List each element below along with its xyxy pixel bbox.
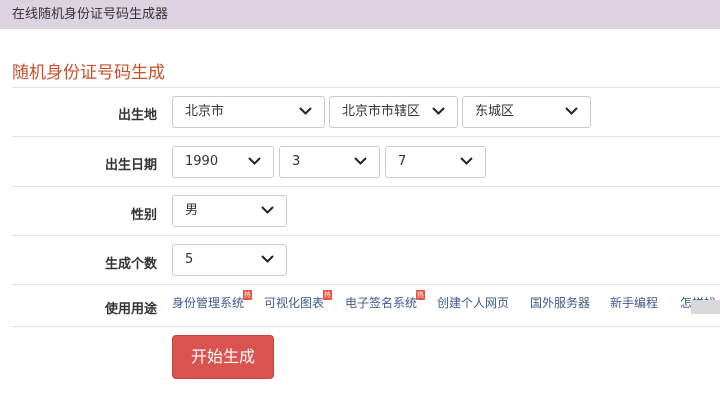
chevron-down-icon xyxy=(261,205,274,215)
district-select[interactable]: 东城区 xyxy=(462,96,591,128)
overflow-fade xyxy=(691,300,720,314)
province-select[interactable]: 北京市 xyxy=(172,96,325,128)
chevron-down-icon xyxy=(432,106,445,116)
page-title: 随机身份证号码生成 xyxy=(12,63,165,83)
count-label: 生成个数 xyxy=(104,257,157,272)
month-value: 3 xyxy=(292,154,301,169)
district-value: 东城区 xyxy=(475,104,515,119)
divider xyxy=(12,326,720,327)
chevron-down-icon xyxy=(261,254,274,264)
day-value: 7 xyxy=(398,154,407,169)
usage-link-esign[interactable]: 电子签名系统 xyxy=(345,294,417,311)
divider xyxy=(12,235,720,236)
count-value: 5 xyxy=(185,252,194,267)
app-header: 在线随机身份证号码生成器 xyxy=(0,0,720,29)
chevron-down-icon xyxy=(565,106,578,116)
app-title: 在线随机身份证号码生成器 xyxy=(12,7,169,22)
divider xyxy=(12,136,720,137)
usage-link-identity-system[interactable]: 身份管理系统 xyxy=(172,294,244,311)
day-select[interactable]: 7 xyxy=(385,146,486,178)
divider xyxy=(12,87,720,88)
hot-badge: 热 xyxy=(416,290,425,300)
divider xyxy=(12,284,720,285)
hot-badge: 热 xyxy=(243,290,252,300)
chevron-down-icon xyxy=(354,156,367,166)
usage-link-personal-site[interactable]: 创建个人网页 xyxy=(437,294,509,311)
usage-link-overseas-server[interactable]: 国外服务器 xyxy=(530,294,590,311)
month-select[interactable]: 3 xyxy=(279,146,380,178)
chevron-down-icon xyxy=(248,156,261,166)
chevron-down-icon xyxy=(460,156,473,166)
gender-value: 男 xyxy=(185,203,199,218)
year-select[interactable]: 1990 xyxy=(172,146,274,178)
gender-select[interactable]: 男 xyxy=(172,195,287,227)
year-value: 1990 xyxy=(185,154,219,169)
birthdate-label: 出生日期 xyxy=(104,158,157,173)
usage-label: 使用用途 xyxy=(104,302,157,317)
generate-button[interactable]: 开始生成 xyxy=(172,335,274,379)
gender-label: 性别 xyxy=(130,208,157,223)
divider xyxy=(12,186,720,187)
usage-link-charts[interactable]: 可视化图表 xyxy=(264,294,324,311)
count-select[interactable]: 5 xyxy=(172,244,287,276)
usage-link-programming[interactable]: 新手编程 xyxy=(610,294,658,311)
chevron-down-icon xyxy=(299,106,312,116)
birthplace-label: 出生地 xyxy=(117,108,157,123)
city-value: 北京市市辖区 xyxy=(342,104,421,119)
city-select[interactable]: 北京市市辖区 xyxy=(329,96,458,128)
hot-badge: 热 xyxy=(323,290,332,300)
province-value: 北京市 xyxy=(185,104,225,119)
